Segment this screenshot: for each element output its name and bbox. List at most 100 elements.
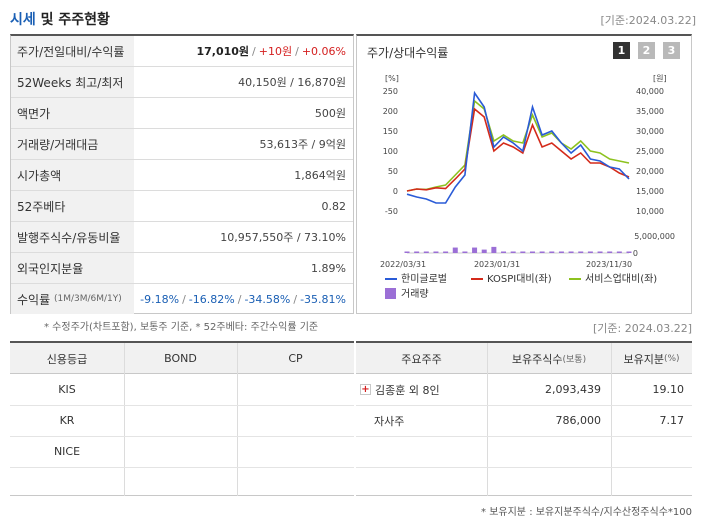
section-title: 시세 및 주주현황 [10,9,110,29]
header-shares-label: 보유주식수 [511,352,563,366]
credit-header-bond: BOND [164,352,197,365]
left-axis-tick: 150 [383,127,398,136]
legend-label: KOSPI대비(좌) [487,273,552,285]
table-row-foreign: 외국인지분율 1.89% [11,253,353,284]
volume-bar [433,251,439,253]
left-axis-tick: 50 [388,167,398,176]
volume-bar [472,247,478,253]
volume-bar [539,251,545,253]
price-value: 17,010원 [196,45,250,58]
series-line [406,107,630,192]
chart-page-3-button[interactable]: 3 [663,42,680,59]
volume-bar [578,251,584,253]
return-6m: -34.58% [244,292,291,306]
holder-name-cell[interactable]: + 김종훈 외 8인 [360,374,440,405]
volume-bar [501,251,507,253]
chart-page-2-button[interactable]: 2 [638,42,655,59]
header-stake: 보유지분 (%) [611,343,692,374]
volume-bar [481,249,487,253]
holder-pct: 7.17 [659,414,685,427]
volume-axis-tick: 5,000,000 [634,232,675,241]
change-value: +10원 [258,45,293,58]
right-axis-tick: 40,000 [636,87,664,96]
right-axis-tick: 20,000 [636,167,664,176]
volume-bar [597,251,603,253]
table-row-returns: 수익률 (1M/3M/6M/1Y) -9.18% / -16.82% / -34.5… [11,284,353,314]
shareholder-header-row: 주요주주 보유주식수 (보통) 보유지분 (%) [356,343,692,374]
right-axis-tick: 10,000 [636,207,664,216]
section-header: 시세 및 주주현황 [기준:2024.03.22] [0,0,702,34]
volume-bar [443,251,449,253]
holder-name: 자사주 [374,414,405,428]
header-shares: 보유주식수 (보통) [487,343,611,374]
plus-icon[interactable]: + [360,384,371,395]
legend-swatch [385,288,396,299]
x-axis-tick: 2023/11/30 [586,260,632,269]
credit-header-rating: 신용등급 [46,352,88,366]
holder-shares: 786,000 [555,414,602,427]
price-note: * 수정주가(차트포함), 보통주 기준, * 52주베타: 주간수익률 기준 [44,322,319,333]
legend-label: 한미글로벌 [401,273,447,285]
table-row-volume: 거래량/거래대금 53,613주 / 9억원 [11,129,353,160]
rate-value: +0.06% [301,44,346,58]
volume-bar [462,251,468,253]
right-axis-tick: 25,000 [636,147,664,156]
volume-bar [558,251,564,253]
row-label: 시가총액 [11,160,134,190]
shareholder-note: * 보유지분 : 보유지분주식수/지수산정주식수*100 [481,507,692,518]
left-axis-unit: [%] [385,74,399,83]
volume-bar [529,251,535,253]
row-label: 52주베타 [11,191,134,221]
volume-bar [520,251,526,253]
table-row-face-value: 액면가 500원 [11,98,353,129]
returns-label: 수익률 [17,292,51,307]
credit-agency-nice: NICE [53,445,81,458]
row-value: 500원 [314,107,346,120]
volume-bar [510,251,516,253]
table-row-52week: 52Weeks 최고/최저 40,150원 / 16,870원 [11,67,353,98]
header-stake-sub: (%) [663,353,680,364]
row-value: 1.89% [311,261,346,275]
row-value: 1,864억원 [294,169,346,182]
return-1y: -35.81% [300,292,346,306]
header-stake-label: 보유지분 [623,352,664,366]
shareholder-table: 주요주주 보유주식수 (보통) 보유지분 (%) + 김종훈 외 8인 2,093,4… [356,341,692,496]
right-axis-tick: 15,000 [636,187,664,196]
credit-agency-kis: KIS [58,383,76,396]
left-axis-tick: 0 [393,187,398,196]
title-rest: 및 주주현황 [35,12,110,28]
volume-bar [626,251,632,253]
volume-bar [491,246,497,253]
header-shares-sub: (보통) [562,355,587,365]
left-axis-tick: 200 [383,107,398,116]
volume-bar [549,251,555,253]
row-value: 10,957,550주 / 73.10% [220,231,346,244]
credit-agency-kr: KR [59,414,75,427]
holder-shares: 2,093,439 [545,383,601,396]
row-label: 외국인지분율 [11,253,134,283]
volume-bar [616,251,622,253]
shareholder-base-date: [기준: 2024.03.22] [592,322,692,335]
title-main: 시세 [10,12,36,28]
volume-bar [452,247,458,253]
volume-bar [414,251,420,253]
left-axis-tick: 100 [383,147,398,156]
table-row-shares: 발행주식수/유동비율 10,957,550주 / 73.10% [11,222,353,253]
legend-label: 거래량 [401,288,429,300]
returns-period-label: (1M/3M/6M/1Y) [53,294,122,304]
row-label: 수익률 (1M/3M/6M/1Y) [11,284,134,314]
row-value: 0.82 [321,199,347,213]
chart-title: 주가/상대수익률 [367,46,449,60]
row-label: 52Weeks 최고/최저 [11,67,134,97]
row-label: 발행주식수/유동비율 [11,222,134,252]
right-axis-tick: 30,000 [636,127,664,136]
volume-axis-tick: 0 [633,249,638,258]
volume-bar [587,251,593,253]
left-axis-tick: -50 [385,207,398,216]
chart-page-1-button[interactable]: 1 [613,42,630,59]
legend-label: 서비스업대비(좌) [585,272,657,285]
chart-panel: 주가/상대수익률 1 2 3 [%] [원] 250 200 150 100 50 0 -50 4… [356,34,692,314]
stock-chart: [%] [원] 250 200 150 100 50 0 -50 40,000 35,000 30,0… [380,74,675,300]
row-label: 주가/전일대비/수익률 [11,36,134,66]
table-row-market-cap: 시가총액 1,864억원 [11,160,353,191]
